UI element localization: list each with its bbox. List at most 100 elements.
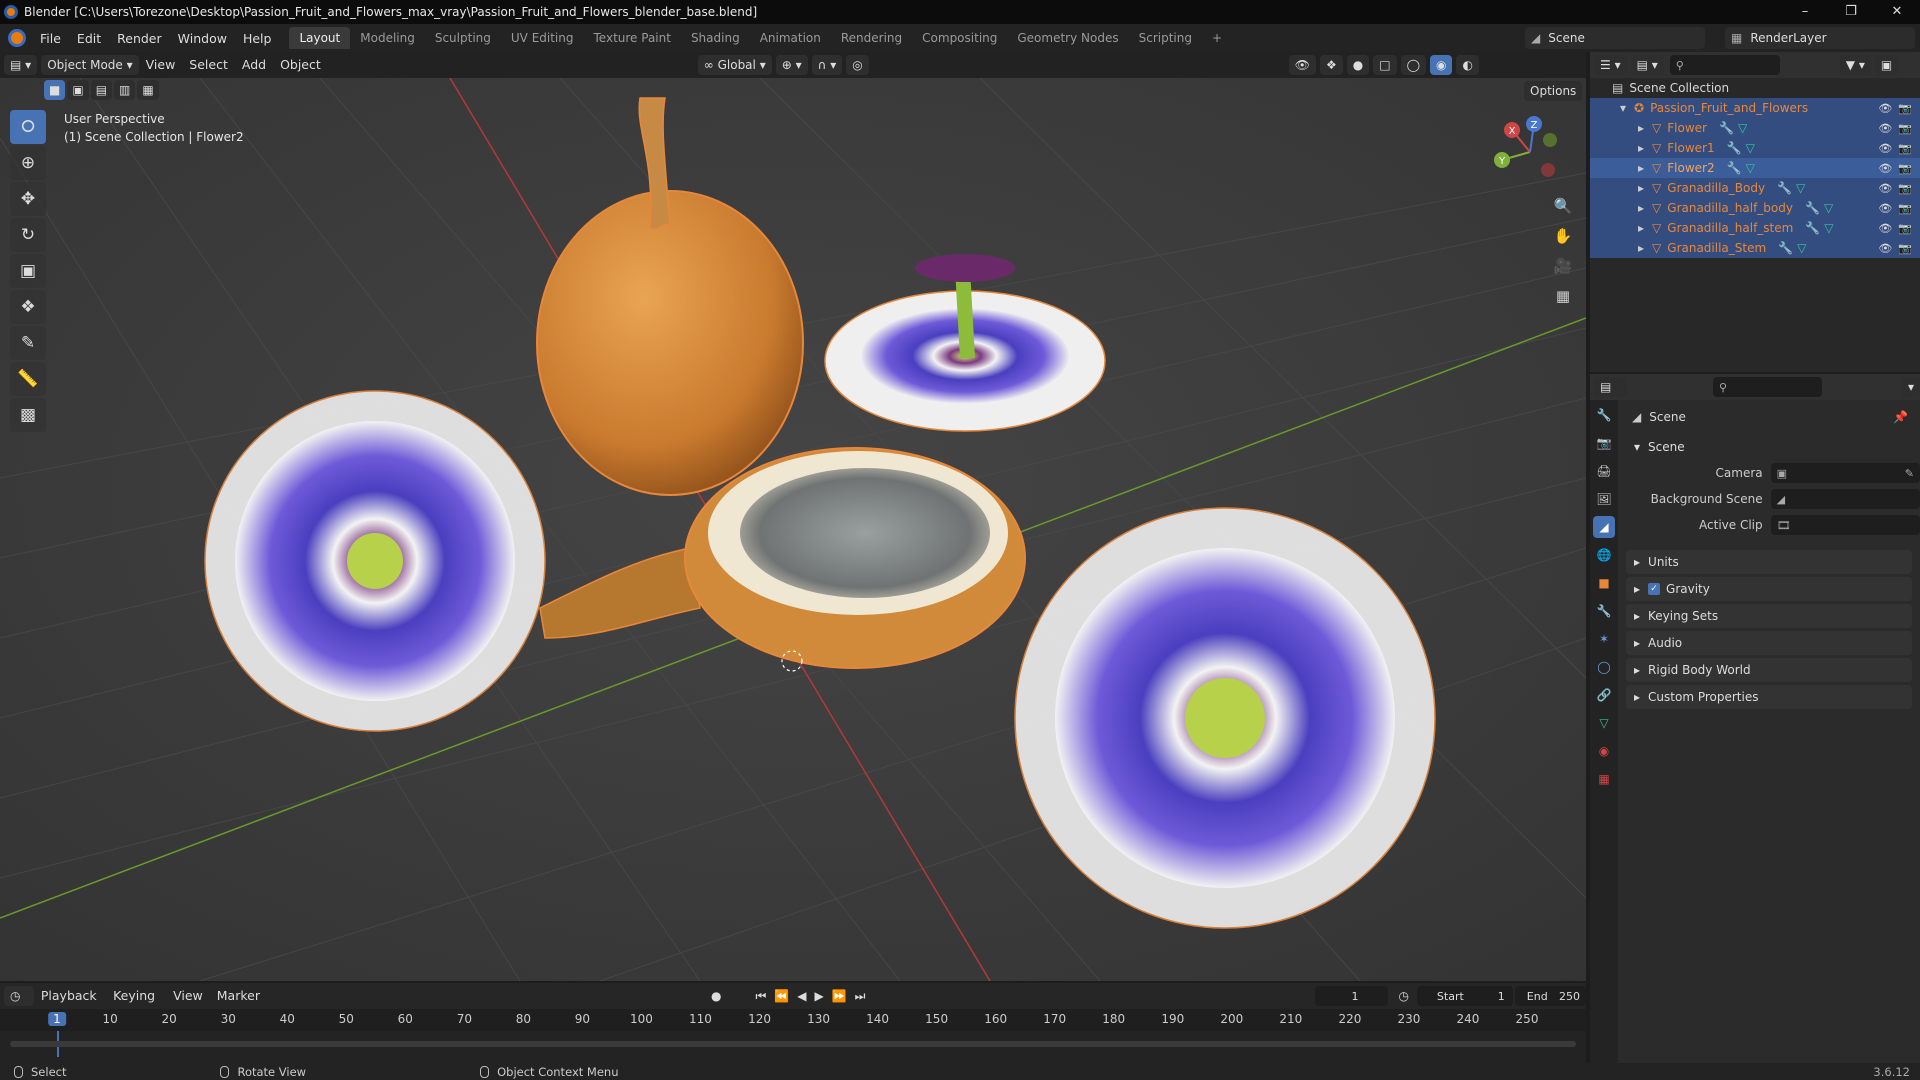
close-button[interactable]: ✕ (1874, 0, 1920, 24)
clock-icon[interactable]: ◷ (1398, 989, 1408, 1003)
constraints-tab-icon[interactable]: 🔗 (1593, 684, 1615, 706)
wireframe-shading-button[interactable]: ◯ (1400, 55, 1426, 75)
menu-help[interactable]: Help (235, 31, 280, 46)
outliner-collection-row[interactable]: ▾ ✪ Passion_Fruit_and_Flowers 👁 📷 (1590, 98, 1920, 118)
properties-options-chevron-icon[interactable]: ▾ (1901, 377, 1920, 397)
expand-chevron-icon[interactable]: ▸ (1638, 121, 1644, 135)
menu-file[interactable]: File (32, 31, 69, 46)
measure-tool-icon[interactable]: 📏 (10, 362, 46, 396)
3d-viewport[interactable] (0, 78, 1586, 981)
panel-audio[interactable]: ▸ Audio (1626, 631, 1912, 655)
menu-keying[interactable]: Keying ▾ (106, 986, 166, 1023)
expand-chevron-icon[interactable]: ▸ (1638, 201, 1644, 215)
camera-field[interactable]: ▣ ✎ (1770, 463, 1920, 483)
material-tab-icon[interactable]: ◉ (1593, 740, 1615, 762)
play-reverse-icon[interactable]: ◀ (797, 989, 806, 1003)
timeline-track[interactable] (0, 1031, 1586, 1055)
camera-icon[interactable]: 📷 (1898, 182, 1912, 195)
world-tab-icon[interactable]: 🌐 (1593, 544, 1615, 566)
rotate-tool-icon[interactable]: ↻ (10, 218, 46, 252)
outliner-row-granadilla-half-stem[interactable]: ▸ ▽ Granadilla_half_stem 🔧 ▽ 👁 📷 (1590, 218, 1920, 238)
visibility-button[interactable]: 👁 (1288, 55, 1316, 75)
prev-keyframe-icon[interactable]: ⏪ (774, 989, 789, 1003)
perspective-grid-icon[interactable]: ▦ (1548, 282, 1578, 310)
eyedropper-icon[interactable]: ✎ (1905, 467, 1914, 480)
tool-tab-icon[interactable]: 🔧 (1593, 404, 1615, 426)
cursor-tool-icon[interactable]: ⊕ (10, 146, 46, 180)
camera-icon[interactable]: 📷 (1898, 242, 1912, 255)
pivot-point-button[interactable]: ⊕ ▾ (775, 55, 808, 75)
scene-tab-icon[interactable]: ◢ (1593, 516, 1615, 538)
select-extend-icon[interactable]: ▣ (67, 80, 89, 100)
menu-timeline-view[interactable]: View (166, 986, 210, 1006)
end-frame-field[interactable]: End 250 (1514, 986, 1586, 1006)
scene-section-header[interactable]: ▾ Scene (1626, 435, 1912, 459)
collapse-chevron-icon[interactable]: ▾ (1620, 101, 1626, 115)
particles-tab-icon[interactable]: ✶ (1593, 628, 1615, 650)
timeline-ruler[interactable]: 1 10 20 30 40 50 60 70 80 90 100 110 120 130 140 150 160… (0, 1009, 1586, 1057)
outliner-row-flower[interactable]: ▸ ▽ Flower 🔧 ▽ 👁 📷 (1590, 118, 1920, 138)
menu-view[interactable]: View (139, 55, 183, 75)
timeline-scrollbar[interactable] (10, 1041, 1576, 1047)
mode-dropdown[interactable]: Object Mode ▾ (41, 55, 139, 75)
camera-icon[interactable]: 📷 (1898, 162, 1912, 175)
pin-icon[interactable]: 📌 (1893, 410, 1908, 424)
options-button[interactable]: Options (1524, 81, 1583, 101)
scene-selector[interactable]: ◢ Scene (1525, 27, 1705, 49)
properties-editor-type-icon[interactable]: ▤ ▾ (1594, 377, 1627, 414)
outliner-row-granadilla-body[interactable]: ▸ ▽ Granadilla_Body 🔧 ▽ 👁 📷 (1590, 178, 1920, 198)
panel-custom-properties[interactable]: ▸ Custom Properties (1626, 685, 1912, 709)
data-tab-icon[interactable]: ▽ (1593, 712, 1615, 734)
add-cube-tool-icon[interactable]: ▩ (10, 398, 46, 432)
expand-chevron-icon[interactable]: ▸ (1638, 141, 1644, 155)
menu-add[interactable]: Add (235, 55, 273, 75)
current-frame-field[interactable]: 1 (1315, 986, 1389, 1006)
tab-modeling[interactable]: Modeling (350, 27, 425, 49)
camera-icon[interactable]: 📷 (1898, 222, 1912, 235)
eye-icon[interactable]: 👁 (1878, 202, 1892, 215)
select-box-tool-icon[interactable]: ⭘ (10, 110, 46, 144)
eye-icon[interactable]: 👁 (1878, 122, 1892, 135)
outliner-row-granadilla-stem[interactable]: ▸ ▽ Granadilla_Stem 🔧 ▽ 👁 📷 (1590, 238, 1920, 258)
panel-keying-sets[interactable]: ▸ Keying Sets (1626, 604, 1912, 628)
outliner-row-flower1[interactable]: ▸ ▽ Flower1 🔧 ▽ 👁 📷 (1590, 138, 1920, 158)
select-intersect-icon[interactable]: ▦ (137, 80, 159, 100)
expand-chevron-icon[interactable]: ▸ (1638, 161, 1644, 175)
material-preview-button[interactable]: ◉ (1430, 55, 1453, 75)
tab-sculpting[interactable]: Sculpting (425, 27, 501, 49)
gravity-checkbox[interactable]: ✓ (1648, 583, 1661, 595)
blender-menu-icon[interactable] (8, 29, 26, 47)
zoom-icon[interactable]: 🔍 (1548, 192, 1578, 220)
menu-window[interactable]: Window (170, 31, 235, 46)
select-new-icon[interactable]: ■ (44, 80, 66, 100)
annotate-tool-icon[interactable]: ✎ (10, 326, 46, 360)
eye-icon[interactable]: 👁 (1878, 142, 1892, 155)
modifier-tab-icon[interactable]: 🔧 (1593, 600, 1615, 622)
transform-orientation-dropdown[interactable]: ∞ Global ▾ (697, 55, 772, 75)
background-scene-field[interactable]: ◢ (1770, 489, 1920, 509)
output-tab-icon[interactable]: 🖨 (1593, 460, 1615, 482)
outliner-search-input[interactable]: ⚲ (1669, 55, 1780, 75)
panel-rigid-body-world[interactable]: ▸ Rigid Body World (1626, 658, 1912, 682)
jump-end-icon[interactable]: ⏭ (855, 989, 866, 1004)
panel-units[interactable]: ▸ Units (1626, 550, 1912, 574)
tab-scripting[interactable]: Scripting (1129, 27, 1202, 49)
eye-icon[interactable]: 👁 (1878, 242, 1892, 255)
timeline-editor-type-icon[interactable]: ◷ ▾ (4, 986, 34, 1023)
tab-geometry-nodes[interactable]: Geometry Nodes (1007, 27, 1128, 49)
rendered-shading-button[interactable]: ◐ (1456, 55, 1479, 75)
select-subtract-icon[interactable]: ▤ (90, 80, 113, 100)
snap-button[interactable]: ∩ ▾ (811, 55, 843, 75)
menu-render[interactable]: Render (109, 31, 170, 46)
camera-icon[interactable]: 📷 (1898, 102, 1912, 115)
eye-icon[interactable]: 👁 (1878, 182, 1892, 195)
next-keyframe-icon[interactable]: ⏩ (832, 989, 847, 1003)
tab-layout[interactable]: Layout (289, 27, 351, 49)
record-icon[interactable]: ● (711, 989, 721, 1003)
eye-icon[interactable]: 👁 (1878, 222, 1892, 235)
transform-tool-icon[interactable]: ❖ (10, 290, 46, 324)
minimize-button[interactable]: – (1782, 0, 1828, 24)
camera-view-icon[interactable]: 🎥 (1548, 252, 1578, 280)
select-invert-icon[interactable]: ▥ (114, 80, 136, 100)
tab-animation[interactable]: Animation (750, 27, 831, 49)
